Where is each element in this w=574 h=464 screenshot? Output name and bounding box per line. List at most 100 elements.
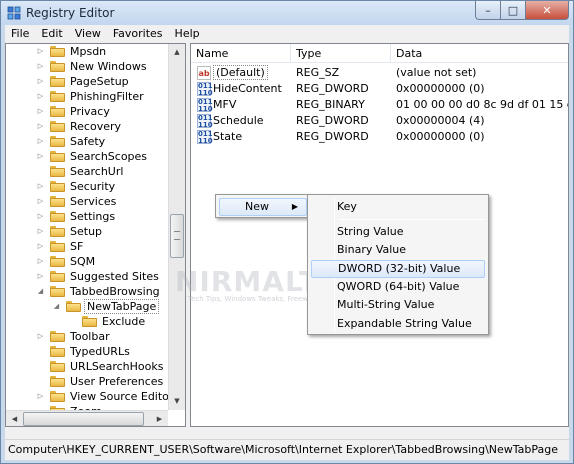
menu-help[interactable]: Help bbox=[169, 25, 206, 43]
folder-icon bbox=[50, 286, 65, 297]
value-data: 0x00000004 (4) bbox=[396, 114, 485, 127]
expand-arrow-icon[interactable]: ▷ bbox=[36, 149, 45, 164]
tree-item[interactable]: ▷ Privacy bbox=[6, 104, 169, 119]
expand-arrow-icon[interactable]: ▷ bbox=[36, 104, 45, 119]
value-row[interactable]: 011 110 Schedule REG_DWORD 0x00000004 (4) bbox=[191, 113, 568, 129]
tree-item[interactable]: ◢ TabbedBrowsing bbox=[6, 284, 169, 299]
value-name-cell: (Default) bbox=[213, 65, 289, 81]
close-button[interactable]: ✕ bbox=[526, 1, 569, 20]
folder-icon bbox=[50, 106, 65, 117]
value-name: (Default) bbox=[213, 65, 268, 80]
registry-tree[interactable]: ▷ Mpsdn ▷ New Windows ▷ PageSetup ▷ PhishingFil… bbox=[5, 43, 186, 427]
scroll-left-arrow-icon[interactable]: ◀ bbox=[6, 411, 23, 426]
tree-item[interactable]: ▷ Security bbox=[6, 179, 169, 194]
submenu-key[interactable]: Key bbox=[311, 198, 485, 216]
collapse-arrow-icon[interactable]: ◢ bbox=[52, 299, 61, 314]
expand-arrow-icon[interactable]: ▷ bbox=[36, 59, 45, 74]
expand-arrow-icon[interactable]: ▷ bbox=[36, 134, 45, 149]
window-title: Registry Editor bbox=[26, 6, 115, 20]
tree-item[interactable]: ▷ Toolbar bbox=[6, 329, 169, 344]
column-header-type[interactable]: Type bbox=[291, 44, 391, 63]
tree-item[interactable]: URLSearchHooks bbox=[6, 359, 169, 374]
maximize-button[interactable]: □ bbox=[501, 1, 526, 20]
menu-edit[interactable]: Edit bbox=[35, 25, 68, 43]
value-row[interactable]: ab (Default) REG_SZ (value not set) bbox=[191, 65, 568, 81]
tree-item-label: View Source Editor bbox=[70, 390, 174, 403]
tree-item[interactable]: ▷ SF bbox=[6, 239, 169, 254]
tree-item[interactable]: ▷ Settings bbox=[6, 209, 169, 224]
submenu-item[interactable]: Multi-String Value bbox=[311, 296, 485, 314]
column-header-name[interactable]: Name bbox=[191, 44, 291, 63]
submenu-item[interactable]: Expandable String Value bbox=[311, 315, 485, 333]
folder-icon bbox=[50, 61, 65, 72]
submenu-item[interactable]: DWORD (32-bit) Value bbox=[311, 259, 485, 278]
folder-icon bbox=[82, 316, 97, 327]
value-row[interactable]: 011 110 MFV REG_BINARY 01 00 00 00 d0 8c 9d… bbox=[191, 97, 568, 113]
registry-editor-icon bbox=[7, 6, 21, 20]
tree-item[interactable]: TypedURLs bbox=[6, 344, 169, 359]
expand-arrow-icon[interactable]: ▷ bbox=[36, 44, 45, 59]
folder-icon bbox=[50, 196, 65, 207]
folder-icon bbox=[50, 151, 65, 162]
tree-item[interactable]: ▷ PhishingFilter bbox=[6, 89, 169, 104]
tree-horizontal-scrollbar[interactable]: ◀ ▶ bbox=[6, 410, 168, 426]
tree-item[interactable]: ▷ PageSetup bbox=[6, 74, 169, 89]
submenu-item[interactable]: Binary Value bbox=[311, 241, 485, 259]
submenu-item[interactable]: String Value bbox=[311, 223, 485, 241]
tree-item[interactable]: ▷ Mpsdn bbox=[6, 44, 169, 59]
tree-item[interactable]: ▷ SQM bbox=[6, 254, 169, 269]
tree-vertical-scrollbar[interactable]: ▲ ▼ bbox=[168, 44, 185, 410]
tree-item-label: User Preferences bbox=[70, 375, 164, 388]
title-bar[interactable]: Registry Editor – □ ✕ bbox=[1, 1, 573, 25]
collapse-arrow-icon[interactable]: ◢ bbox=[36, 284, 45, 299]
column-header-data[interactable]: Data bbox=[391, 44, 568, 63]
tree-item[interactable]: ▷ Recovery bbox=[6, 119, 169, 134]
expand-arrow-icon[interactable]: ▷ bbox=[36, 254, 45, 269]
scroll-down-arrow-icon[interactable]: ▼ bbox=[169, 393, 185, 410]
vertical-scroll-thumb[interactable] bbox=[170, 214, 184, 258]
tree-item[interactable]: ◢ NewTabPage bbox=[6, 299, 169, 314]
scroll-right-arrow-icon[interactable]: ▶ bbox=[151, 411, 168, 426]
tree-item[interactable]: User Preferences bbox=[6, 374, 169, 389]
tree-item[interactable]: ▷ New Windows bbox=[6, 59, 169, 74]
scroll-up-arrow-icon[interactable]: ▲ bbox=[169, 44, 185, 61]
tree-item[interactable]: ▷ View Source Editor bbox=[6, 389, 174, 404]
value-row[interactable]: 011 110 State REG_DWORD 0x00000000 (0) bbox=[191, 129, 568, 145]
expand-arrow-icon[interactable]: ▷ bbox=[36, 74, 45, 89]
tree-item[interactable]: SearchUrl bbox=[6, 164, 169, 179]
minimize-button[interactable]: – bbox=[475, 1, 501, 20]
folder-icon bbox=[50, 76, 65, 87]
tree-item[interactable]: ▷ Services bbox=[6, 194, 169, 209]
context-menu-new[interactable]: New ▶ bbox=[219, 198, 307, 216]
tree-item[interactable]: ▷ SearchScopes bbox=[6, 149, 169, 164]
menu-file[interactable]: File bbox=[5, 25, 35, 43]
expand-arrow-icon[interactable]: ▷ bbox=[36, 194, 45, 209]
tree-item[interactable]: ▷ Safety bbox=[6, 134, 169, 149]
binary-value-icon: 011 110 bbox=[197, 98, 213, 113]
tree-item-label: URLSearchHooks bbox=[70, 360, 164, 373]
horizontal-scroll-thumb[interactable] bbox=[23, 412, 144, 426]
tree-item[interactable]: ▷ Setup bbox=[6, 224, 169, 239]
expand-arrow-icon[interactable]: ▷ bbox=[36, 119, 45, 134]
tree-item[interactable]: Exclude bbox=[6, 314, 169, 329]
tree-item-label: SearchScopes bbox=[70, 150, 148, 163]
expand-arrow-icon[interactable]: ▷ bbox=[36, 329, 45, 344]
expand-arrow-icon[interactable]: ▷ bbox=[36, 269, 45, 284]
value-row[interactable]: 011 110 HideContent REG_DWORD 0x00000000 (0… bbox=[191, 81, 568, 97]
expand-arrow-icon[interactable]: ▷ bbox=[36, 389, 45, 404]
tree-item-label: Settings bbox=[70, 210, 116, 223]
value-name-cell: HideContent bbox=[213, 81, 289, 97]
expand-arrow-icon[interactable]: ▷ bbox=[36, 224, 45, 239]
expand-arrow-icon[interactable]: ▷ bbox=[36, 239, 45, 254]
folder-icon bbox=[66, 301, 81, 312]
submenu-item[interactable]: QWORD (64-bit) Value bbox=[311, 278, 485, 296]
menu-view[interactable]: View bbox=[69, 25, 107, 43]
expand-arrow-icon[interactable]: ▷ bbox=[36, 209, 45, 224]
expand-arrow-icon[interactable]: ▷ bbox=[36, 179, 45, 194]
binary-value-icon: 011 110 bbox=[197, 114, 213, 129]
tree-item-label: Security bbox=[70, 180, 116, 193]
tree-item-label: Privacy bbox=[70, 105, 110, 118]
menu-favorites[interactable]: Favorites bbox=[107, 25, 169, 43]
expand-arrow-icon[interactable]: ▷ bbox=[36, 89, 45, 104]
tree-item[interactable]: ▷ Suggested Sites bbox=[6, 269, 169, 284]
